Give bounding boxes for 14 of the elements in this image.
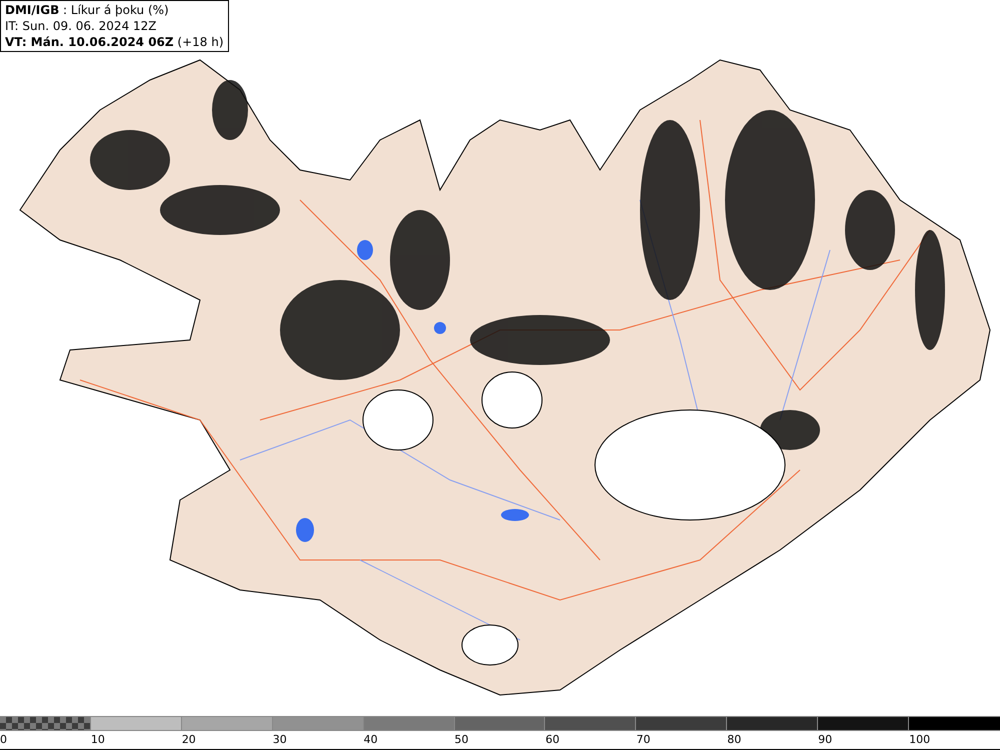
info-text: IT: Sun. 09. 06. 2024 12Z (5, 18, 158, 34)
legend-label: 10 (90, 732, 105, 748)
legend-label: 80 (727, 732, 742, 748)
legend-label: 0 (0, 732, 7, 748)
legend-label: 50 (454, 732, 469, 748)
legend-label: 70 (636, 732, 650, 748)
legend-label: 90 (818, 732, 832, 748)
legend-label: 40 (364, 732, 378, 748)
info-text: VT: Mán. 10.06.2024 06Z (+18 h) (5, 34, 224, 50)
info-text: DMI/IGB : Líkur á þoku (%) (5, 2, 170, 18)
legend-label: 30 (272, 732, 287, 748)
legend-label: 60 (545, 732, 560, 748)
legend-label: 20 (182, 732, 196, 748)
legend-label: 100 (909, 732, 930, 748)
